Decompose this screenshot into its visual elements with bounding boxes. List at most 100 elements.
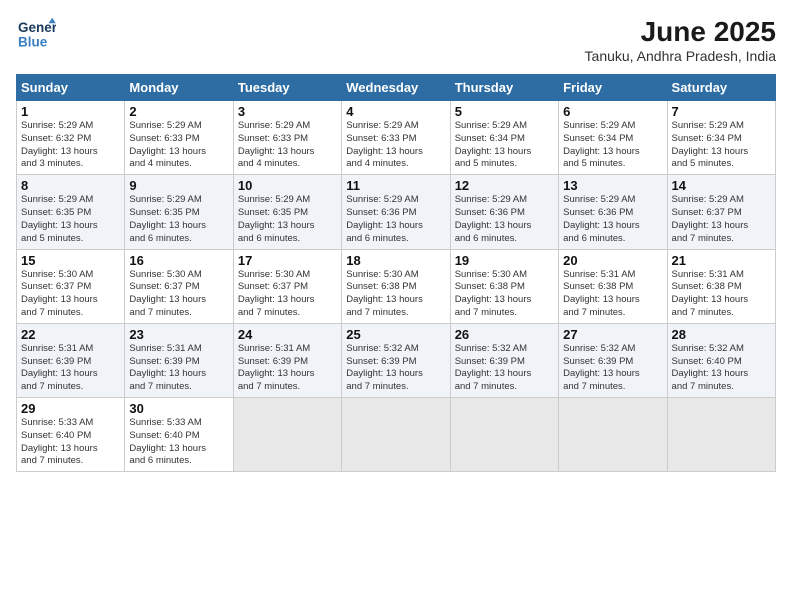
table-row: [450, 398, 558, 472]
table-row: 13Sunrise: 5:29 AMSunset: 6:36 PMDayligh…: [559, 175, 667, 249]
weekday-header-row: Sunday Monday Tuesday Wednesday Thursday…: [17, 75, 776, 101]
calendar-week-1: 1Sunrise: 5:29 AMSunset: 6:32 PMDaylight…: [17, 101, 776, 175]
table-row: 16Sunrise: 5:30 AMSunset: 6:37 PMDayligh…: [125, 249, 233, 323]
table-row: 28Sunrise: 5:32 AMSunset: 6:40 PMDayligh…: [667, 323, 775, 397]
day-info: Sunrise: 5:31 AMSunset: 6:39 PMDaylight:…: [129, 343, 228, 394]
logo-icon: General Blue: [16, 16, 56, 52]
table-row: 2Sunrise: 5:29 AMSunset: 6:33 PMDaylight…: [125, 101, 233, 175]
table-row: 20Sunrise: 5:31 AMSunset: 6:38 PMDayligh…: [559, 249, 667, 323]
header-wednesday: Wednesday: [342, 75, 450, 101]
day-info: Sunrise: 5:32 AMSunset: 6:40 PMDaylight:…: [672, 343, 771, 394]
main-title: June 2025: [585, 16, 776, 48]
calendar-week-2: 8 Sunrise: 5:29 AMSunset: 6:35 PMDaylight…: [17, 175, 776, 249]
table-row: 17Sunrise: 5:30 AMSunset: 6:37 PMDayligh…: [233, 249, 341, 323]
table-row: [233, 398, 341, 472]
table-row: 9Sunrise: 5:29 AMSunset: 6:35 PMDaylight…: [125, 175, 233, 249]
day-number: 6: [563, 104, 662, 119]
table-row: 7Sunrise: 5:29 AMSunset: 6:34 PMDaylight…: [667, 101, 775, 175]
day-info: Sunrise: 5:30 AMSunset: 6:38 PMDaylight:…: [455, 269, 554, 320]
header-sunday: Sunday: [17, 75, 125, 101]
table-row: 10Sunrise: 5:29 AMSunset: 6:35 PMDayligh…: [233, 175, 341, 249]
header-saturday: Saturday: [667, 75, 775, 101]
day-info: Sunrise: 5:29 AMSunset: 6:32 PMDaylight:…: [21, 120, 120, 171]
table-row: 23Sunrise: 5:31 AMSunset: 6:39 PMDayligh…: [125, 323, 233, 397]
day-number: 18: [346, 253, 445, 268]
day-number: 7: [672, 104, 771, 119]
table-row: 11Sunrise: 5:29 AMSunset: 6:36 PMDayligh…: [342, 175, 450, 249]
day-number: 12: [455, 178, 554, 193]
day-info: Sunrise: 5:33 AMSunset: 6:40 PMDaylight:…: [129, 417, 228, 468]
day-number: 29: [21, 401, 120, 416]
title-block: June 2025 Tanuku, Andhra Pradesh, India: [585, 16, 776, 64]
table-row: 8Sunrise: 5:29 AMSunset: 6:35 PMDaylight…: [17, 175, 125, 249]
calendar-week-5: 29 Sunrise: 5:33 AMSunset: 6:40 PMDayligh…: [17, 398, 776, 472]
calendar-week-3: 15Sunrise: 5:30 AMSunset: 6:37 PMDayligh…: [17, 249, 776, 323]
table-row: 29Sunrise: 5:33 AMSunset: 6:40 PMDayligh…: [17, 398, 125, 472]
day-number: 27: [563, 327, 662, 342]
day-number: 23: [129, 327, 228, 342]
day-info: Sunrise: 5:32 AMSunset: 6:39 PMDaylight:…: [455, 343, 554, 394]
day-info: Sunrise: 5:29 AMSunset: 6:33 PMDaylight:…: [238, 120, 337, 171]
table-row: 22Sunrise: 5:31 AMSunset: 6:39 PMDayligh…: [17, 323, 125, 397]
table-row: 12Sunrise: 5:29 AMSunset: 6:36 PMDayligh…: [450, 175, 558, 249]
day-info: Sunrise: 5:29 AMSunset: 6:36 PMDaylight:…: [346, 194, 445, 245]
day-info: Sunrise: 5:29 AMSunset: 6:35 PMDaylight:…: [129, 194, 228, 245]
day-info: Sunrise: 5:31 AMSunset: 6:39 PMDaylight:…: [238, 343, 337, 394]
day-number: 14: [672, 178, 771, 193]
day-info: Sunrise: 5:29 AMSunset: 6:33 PMDaylight:…: [346, 120, 445, 171]
day-number: 9: [129, 178, 228, 193]
day-number: 30: [129, 401, 228, 416]
day-number: 10: [238, 178, 337, 193]
day-number: 26: [455, 327, 554, 342]
day-number: 24: [238, 327, 337, 342]
day-info: Sunrise: 5:29 AMSunset: 6:35 PMDaylight:…: [238, 194, 337, 245]
day-info: Sunrise: 5:30 AMSunset: 6:38 PMDaylight:…: [346, 269, 445, 320]
day-number: 19: [455, 253, 554, 268]
day-number: 28: [672, 327, 771, 342]
day-info: Sunrise: 5:29 AMSunset: 6:33 PMDaylight:…: [129, 120, 228, 171]
subtitle: Tanuku, Andhra Pradesh, India: [585, 48, 776, 64]
table-row: 5Sunrise: 5:29 AMSunset: 6:34 PMDaylight…: [450, 101, 558, 175]
day-info: Sunrise: 5:30 AMSunset: 6:37 PMDaylight:…: [238, 269, 337, 320]
table-row: [559, 398, 667, 472]
table-row: 15Sunrise: 5:30 AMSunset: 6:37 PMDayligh…: [17, 249, 125, 323]
header-monday: Monday: [125, 75, 233, 101]
day-number: 17: [238, 253, 337, 268]
day-info: Sunrise: 5:29 AMSunset: 6:34 PMDaylight:…: [563, 120, 662, 171]
day-info: Sunrise: 5:29 AMSunset: 6:34 PMDaylight:…: [672, 120, 771, 171]
day-info: Sunrise: 5:30 AMSunset: 6:37 PMDaylight:…: [129, 269, 228, 320]
calendar-table: Sunday Monday Tuesday Wednesday Thursday…: [16, 74, 776, 472]
day-info: Sunrise: 5:29 AMSunset: 6:36 PMDaylight:…: [455, 194, 554, 245]
day-number: 15: [21, 253, 120, 268]
table-row: [342, 398, 450, 472]
day-info: Sunrise: 5:29 AMSunset: 6:37 PMDaylight:…: [672, 194, 771, 245]
day-info: Sunrise: 5:30 AMSunset: 6:37 PMDaylight:…: [21, 269, 120, 320]
table-row: 1Sunrise: 5:29 AMSunset: 6:32 PMDaylight…: [17, 101, 125, 175]
table-row: 14Sunrise: 5:29 AMSunset: 6:37 PMDayligh…: [667, 175, 775, 249]
day-number: 2: [129, 104, 228, 119]
page: General Blue June 2025 Tanuku, Andhra Pr…: [0, 0, 792, 612]
table-row: 30Sunrise: 5:33 AMSunset: 6:40 PMDayligh…: [125, 398, 233, 472]
logo: General Blue: [16, 16, 56, 52]
table-row: 18Sunrise: 5:30 AMSunset: 6:38 PMDayligh…: [342, 249, 450, 323]
day-number: 21: [672, 253, 771, 268]
day-number: 5: [455, 104, 554, 119]
table-row: 19Sunrise: 5:30 AMSunset: 6:38 PMDayligh…: [450, 249, 558, 323]
day-number: 16: [129, 253, 228, 268]
table-row: 27Sunrise: 5:32 AMSunset: 6:39 PMDayligh…: [559, 323, 667, 397]
day-number: 22: [21, 327, 120, 342]
day-info: Sunrise: 5:32 AMSunset: 6:39 PMDaylight:…: [346, 343, 445, 394]
day-number: 8: [21, 178, 120, 193]
day-info: Sunrise: 5:31 AMSunset: 6:39 PMDaylight:…: [21, 343, 120, 394]
table-row: 4Sunrise: 5:29 AMSunset: 6:33 PMDaylight…: [342, 101, 450, 175]
day-number: 20: [563, 253, 662, 268]
table-row: 24Sunrise: 5:31 AMSunset: 6:39 PMDayligh…: [233, 323, 341, 397]
day-info: Sunrise: 5:31 AMSunset: 6:38 PMDaylight:…: [672, 269, 771, 320]
table-row: 6Sunrise: 5:29 AMSunset: 6:34 PMDaylight…: [559, 101, 667, 175]
table-row: 26Sunrise: 5:32 AMSunset: 6:39 PMDayligh…: [450, 323, 558, 397]
day-number: 1: [21, 104, 120, 119]
table-row: [667, 398, 775, 472]
day-info: Sunrise: 5:29 AMSunset: 6:34 PMDaylight:…: [455, 120, 554, 171]
day-info: Sunrise: 5:29 AMSunset: 6:36 PMDaylight:…: [563, 194, 662, 245]
header: General Blue June 2025 Tanuku, Andhra Pr…: [16, 16, 776, 64]
